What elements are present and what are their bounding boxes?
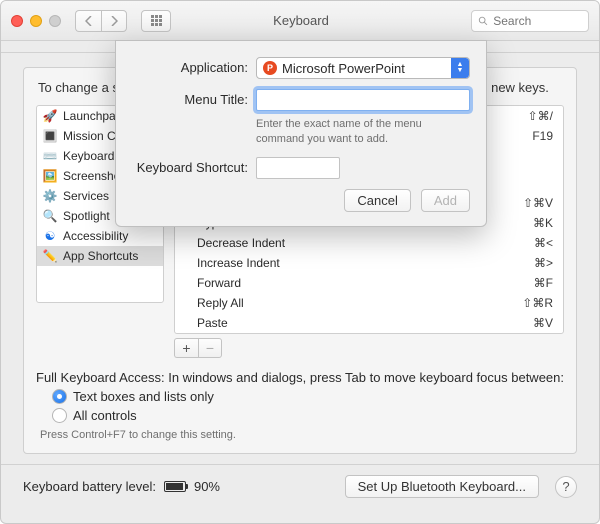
remove-button[interactable]: − [198, 338, 222, 358]
add-remove-buttons: + − [174, 338, 564, 358]
forward-button[interactable] [101, 10, 127, 32]
footer: Keyboard battery level: 90% Set Up Bluet… [1, 464, 599, 508]
add-button[interactable]: + [174, 338, 198, 358]
radio-label: All controls [73, 408, 137, 423]
close-icon[interactable] [11, 15, 23, 27]
launchpad-icon: 🚀 [43, 109, 57, 123]
search-input[interactable] [493, 14, 582, 28]
help-button[interactable]: ? [555, 476, 577, 498]
table-row[interactable]: Paste⌘V [175, 313, 563, 333]
screenshots-icon: 🖼️ [43, 169, 57, 183]
table-row[interactable]: Reply All⇧⌘R [175, 293, 563, 313]
application-label: Application: [132, 57, 248, 75]
window-controls [11, 15, 61, 27]
table-row[interactable]: Decrease Indent⌘< [175, 233, 563, 253]
menu-title-label: Menu Title: [132, 89, 248, 107]
cancel-button[interactable]: Cancel [344, 189, 410, 212]
sidebar-item-label: Services [63, 189, 109, 203]
menu-title-helper: Enter the exact name of the menu command… [256, 117, 470, 147]
search-field[interactable] [471, 10, 589, 32]
grid-icon [151, 15, 162, 26]
nav-back-forward [75, 10, 127, 32]
keyboard-icon: ⌨️ [43, 149, 57, 163]
keyboard-shortcut-label: Keyboard Shortcut: [132, 157, 248, 175]
sidebar-item-label: Keyboard [63, 149, 114, 163]
show-all-button[interactable] [141, 10, 171, 32]
accessibility-icon: ☯ [43, 229, 57, 243]
minimize-icon[interactable] [30, 15, 42, 27]
sidebar-item-app-shortcuts[interactable]: ✏️ App Shortcuts [37, 246, 163, 266]
radio-icon[interactable] [52, 389, 67, 404]
window-title: Keyboard [179, 13, 463, 28]
back-button[interactable] [75, 10, 101, 32]
full-keyboard-access-label: Full Keyboard Access: In windows and dia… [36, 370, 564, 385]
battery-percent: 90% [194, 479, 220, 494]
services-icon: ⚙️ [43, 189, 57, 203]
application-value: Microsoft PowerPoint [282, 61, 405, 76]
mission-control-icon: 🔳 [43, 129, 57, 143]
search-icon [478, 15, 488, 27]
sidebar-item-label: App Shortcuts [63, 249, 138, 263]
fka-option-all-controls[interactable]: All controls [52, 408, 564, 423]
table-row[interactable]: Increase Indent⌘> [175, 253, 563, 273]
spotlight-icon: 🔍 [43, 209, 57, 223]
bluetooth-keyboard-button[interactable]: Set Up Bluetooth Keyboard... [345, 475, 539, 498]
sidebar-item-label: Spotlight [63, 209, 110, 223]
application-select[interactable]: P Microsoft PowerPoint ▲▼ [256, 57, 470, 79]
battery-icon [164, 481, 186, 492]
fka-option-text-boxes[interactable]: Text boxes and lists only [52, 389, 564, 404]
sidebar-item-label: Accessibility [63, 229, 128, 243]
add-confirm-button[interactable]: Add [421, 189, 470, 212]
titlebar: Keyboard [1, 1, 599, 41]
add-shortcut-sheet: Application: P Microsoft PowerPoint ▲▼ M… [115, 40, 487, 227]
app-shortcuts-icon: ✏️ [43, 249, 57, 263]
menu-title-input[interactable] [256, 89, 470, 111]
preferences-window: Keyboard To change a shortcut, select it… [0, 0, 600, 524]
sidebar-item-accessibility[interactable]: ☯ Accessibility [37, 226, 163, 246]
battery-label: Keyboard battery level: [23, 479, 156, 494]
fka-note: Press Control+F7 to change this setting. [40, 429, 564, 441]
chevron-updown-icon: ▲▼ [451, 58, 469, 78]
keyboard-shortcut-input[interactable] [256, 157, 340, 179]
table-row[interactable]: Forward⌘F [175, 273, 563, 293]
radio-label: Text boxes and lists only [73, 389, 214, 404]
powerpoint-icon: P [263, 61, 277, 75]
zoom-icon [49, 15, 61, 27]
radio-icon[interactable] [52, 408, 67, 423]
